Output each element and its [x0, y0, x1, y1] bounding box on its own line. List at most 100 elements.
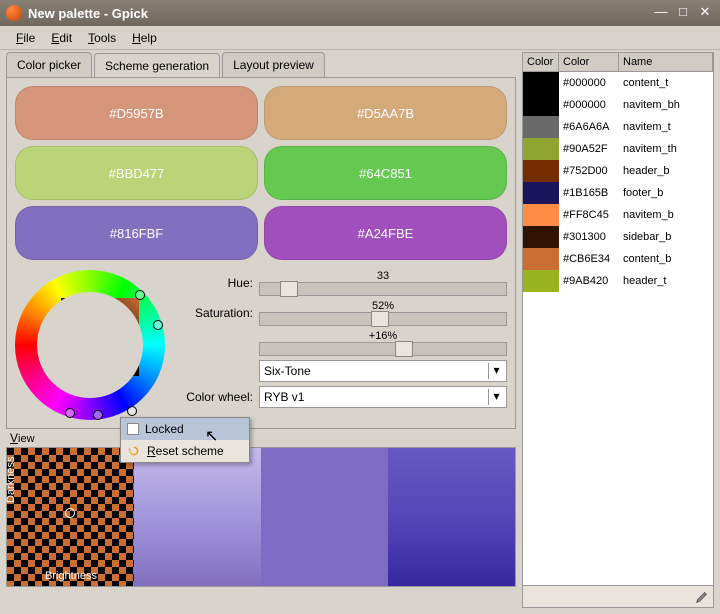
palette-header: Color Color Name: [523, 53, 713, 72]
menu-tools[interactable]: Tools: [80, 29, 124, 47]
col-color[interactable]: Color: [523, 53, 559, 71]
view-col-4[interactable]: [388, 448, 515, 586]
scheme-swatch-2[interactable]: #BBD477: [15, 146, 258, 200]
palette-row[interactable]: #FF8C45navitem_b: [523, 204, 713, 226]
palette-hex: #CB6E34: [559, 253, 619, 265]
palette-name: sidebar_b: [619, 231, 713, 243]
palette-hex: #9AB420: [559, 275, 619, 287]
palette-row[interactable]: #9AB420header_t: [523, 270, 713, 292]
sv-handle[interactable]: [91, 370, 101, 380]
view-panel[interactable]: Darkness Brightness: [6, 447, 516, 587]
maximize-button[interactable]: □: [674, 6, 692, 20]
wheel-handle[interactable]: [153, 320, 163, 330]
scheme-type-combo[interactable]: Six-Tone ▾: [259, 360, 507, 382]
ctx-locked[interactable]: Locked: [121, 418, 249, 440]
palette-swatch: [523, 182, 559, 204]
palette-row[interactable]: #000000navitem_bh: [523, 94, 713, 116]
brightness-label: Brightness: [45, 570, 97, 582]
edit-icon[interactable]: [695, 590, 709, 604]
tabs: Color picker Scheme generation Layout pr…: [6, 52, 516, 77]
menubar: File Edit Tools Help: [0, 26, 720, 50]
col-hex[interactable]: Color: [559, 53, 619, 71]
view-handle[interactable]: [65, 508, 75, 518]
palette-swatch: [523, 138, 559, 160]
palette-row[interactable]: #CB6E34content_b: [523, 248, 713, 270]
view-label: View: [6, 429, 516, 447]
palette-swatch: [523, 270, 559, 292]
scheme-swatch-3[interactable]: #64C851: [264, 146, 507, 200]
context-menu: Locked Reset scheme: [120, 417, 250, 463]
scheme-type-value: Six-Tone: [264, 364, 311, 378]
palette-row[interactable]: #90A52Fnavitem_th: [523, 138, 713, 160]
hue-value: 33: [377, 270, 389, 282]
hue-slider[interactable]: [259, 282, 507, 296]
palette-swatch: [523, 160, 559, 182]
color-wheel-value: RYB v1: [264, 390, 304, 404]
palette-name: header_t: [619, 275, 713, 287]
palette-hex: #301300: [559, 231, 619, 243]
palette-swatch: [523, 226, 559, 248]
palette-hex: #752D00: [559, 165, 619, 177]
darkness-label: Darkness: [5, 457, 17, 503]
titlebar: New palette - Gpick — □ ✕: [0, 0, 720, 26]
lightness-slider[interactable]: [259, 342, 507, 356]
palette-name: content_b: [619, 253, 713, 265]
palette-swatch: [523, 72, 559, 94]
chevron-down-icon: ▾: [488, 389, 504, 405]
palette-footer: [523, 585, 713, 607]
palette-row[interactable]: #301300sidebar_b: [523, 226, 713, 248]
tab-color-picker[interactable]: Color picker: [6, 52, 92, 77]
ctx-reset-scheme[interactable]: Reset scheme: [121, 440, 249, 462]
palette-panel: Color Color Name #000000content_t#000000…: [522, 52, 714, 608]
palette-hex: #6A6A6A: [559, 121, 619, 133]
scheme-swatch-1[interactable]: #D5AA7B: [264, 86, 507, 140]
view-col-3[interactable]: [261, 448, 388, 586]
color-wheel-combo[interactable]: RYB v1 ▾: [259, 386, 507, 408]
palette-row[interactable]: #752D00header_b: [523, 160, 713, 182]
scheme-panel: #D5957B#D5AA7B#BBD477#64C851#816FBF#A24F…: [6, 77, 516, 429]
wheel-handle[interactable]: [127, 406, 137, 416]
menu-file[interactable]: File: [8, 29, 43, 47]
chevron-down-icon: ▾: [488, 363, 504, 379]
lightness-value: +16%: [369, 330, 397, 342]
palette-name: navitem_th: [619, 143, 713, 155]
menu-edit[interactable]: Edit: [43, 29, 80, 47]
palette-name: navitem_b: [619, 209, 713, 221]
palette-name: navitem_bh: [619, 99, 713, 111]
sv-square[interactable]: [61, 298, 139, 376]
saturation-label: Saturation:: [183, 306, 253, 320]
view-col-2[interactable]: [134, 448, 261, 586]
minimize-button[interactable]: —: [652, 6, 670, 20]
window-title: New palette - Gpick: [28, 6, 648, 21]
wheel-handle[interactable]: [65, 408, 75, 418]
palette-name: footer_b: [619, 187, 713, 199]
palette-hex: #000000: [559, 77, 619, 89]
col-name[interactable]: Name: [619, 53, 713, 71]
scheme-swatch-0[interactable]: #D5957B: [15, 86, 258, 140]
palette-row[interactable]: #1B165Bfooter_b: [523, 182, 713, 204]
app-icon: [6, 5, 22, 21]
menu-help[interactable]: Help: [124, 29, 165, 47]
close-button[interactable]: ✕: [696, 6, 714, 20]
palette-name: header_b: [619, 165, 713, 177]
color-wheel-label: Color wheel:: [183, 390, 253, 404]
hue-label: Hue:: [183, 276, 253, 290]
tab-layout-preview[interactable]: Layout preview: [222, 52, 325, 77]
palette-hex: #90A52F: [559, 143, 619, 155]
palette-swatch: [523, 94, 559, 116]
wheel-handle[interactable]: [135, 290, 145, 300]
palette-row[interactable]: #6A6A6Anavitem_t: [523, 116, 713, 138]
palette-hex: #1B165B: [559, 187, 619, 199]
palette-swatch: [523, 116, 559, 138]
saturation-slider[interactable]: [259, 312, 507, 326]
scheme-swatch-4[interactable]: #816FBF: [15, 206, 258, 260]
tab-scheme-generation[interactable]: Scheme generation: [94, 53, 220, 78]
palette-swatch: [523, 248, 559, 270]
palette-hex: #FF8C45: [559, 209, 619, 221]
view-col-1[interactable]: [7, 448, 134, 586]
scheme-swatch-5[interactable]: #A24FBE: [264, 206, 507, 260]
palette-name: navitem_t: [619, 121, 713, 133]
color-wheel[interactable]: [15, 270, 165, 420]
wheel-handle[interactable]: [93, 410, 103, 420]
palette-row[interactable]: #000000content_t: [523, 72, 713, 94]
